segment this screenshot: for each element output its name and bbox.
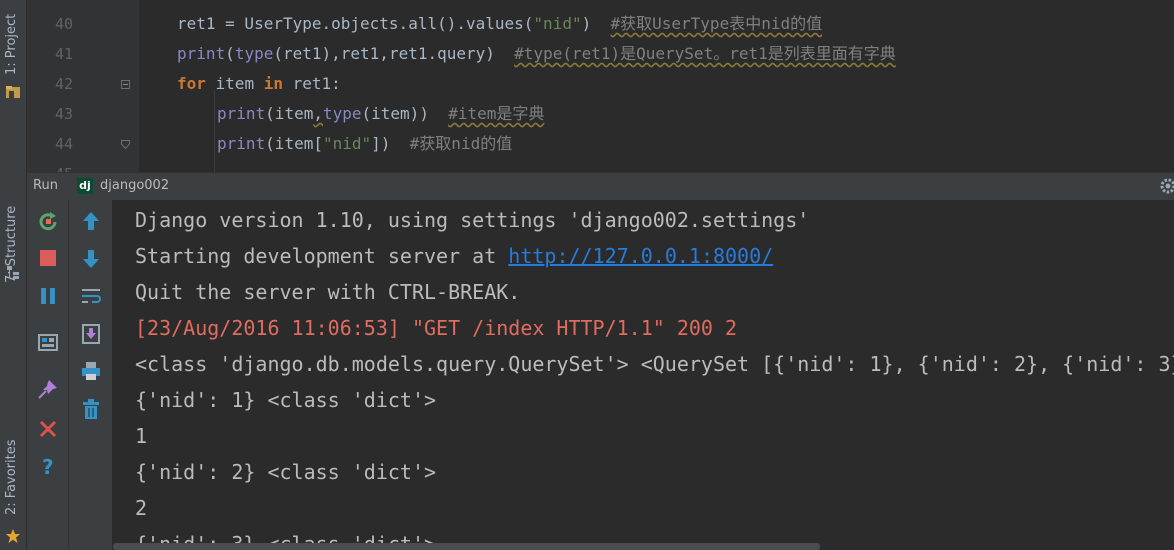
pause-icon[interactable]	[37, 285, 59, 307]
console-line: Quit the server with CTRL-BREAK.	[135, 280, 521, 304]
scroll-to-end-icon[interactable]	[80, 323, 102, 345]
pin-icon[interactable]	[37, 378, 59, 400]
console-line: <class 'django.db.models.query.QuerySet'…	[135, 352, 1174, 376]
console-line-server: Starting development server at http://12…	[135, 244, 774, 268]
indent-guide	[214, 90, 215, 172]
project-tab-label: 1: Project	[4, 13, 19, 75]
django-icon: dj	[77, 178, 93, 194]
stop-icon[interactable]	[37, 247, 59, 269]
console-line: 2	[135, 496, 148, 520]
favorites-tab-label: 2: Favorites	[4, 439, 19, 515]
code-line-41: print(type(ret1),ret1,ret1.query) #type(…	[177, 44, 896, 63]
favorites-tab[interactable]: 2: Favorites	[0, 388, 27, 518]
console-line: {'nid': 2} <class 'dict'>	[135, 460, 437, 484]
gear-icon[interactable]	[1156, 177, 1174, 195]
trash-icon[interactable]	[80, 398, 102, 420]
line-number: 41	[54, 45, 73, 63]
code-line-44: print(item["nid"]) #获取nid的值	[217, 134, 513, 153]
help-icon[interactable]: ?	[37, 455, 59, 477]
run-toolbar-secondary	[69, 200, 113, 550]
fold-end-marker-icon[interactable]	[121, 140, 130, 149]
line-number: 40	[54, 15, 73, 33]
soft-wrap-icon[interactable]	[80, 285, 102, 307]
rerun-icon[interactable]	[37, 210, 59, 232]
run-tool-window-header: Run dj django002	[27, 172, 1174, 200]
scroll-up-icon[interactable]	[80, 210, 102, 232]
code-line-42: for item in ret1:	[177, 74, 341, 93]
code-line-43: print(item,type(item)) #item是字典	[217, 104, 545, 123]
svg-text:?: ?	[42, 455, 54, 477]
code-line-40: ret1 = UserType.objects.all().values("ni…	[177, 14, 823, 33]
run-config-tab[interactable]: django002	[100, 178, 169, 193]
run-toolbar-primary: ?	[27, 200, 69, 550]
console-line: {'nid': 1} <class 'dict'>	[135, 388, 437, 412]
left-tool-stripe: 1: Project 7: Structure 2: Favorites	[0, 0, 27, 550]
run-title: Run	[33, 178, 58, 193]
server-url-link[interactable]: http://127.0.0.1:8000/	[508, 244, 773, 268]
editor-gutter: 40 41 42 43 44 45	[27, 0, 139, 172]
console-line: 1	[135, 424, 148, 448]
favorites-star-icon[interactable]	[5, 528, 21, 544]
ide-window: 1: Project 7: Structure 2: Favorites 40 …	[0, 0, 1174, 550]
project-tab[interactable]: 1: Project	[0, 0, 27, 75]
horizontal-scrollbar[interactable]	[113, 543, 820, 550]
line-number: 42	[54, 75, 73, 93]
print-icon[interactable]	[80, 360, 102, 382]
line-number: 43	[54, 105, 73, 123]
scroll-down-icon[interactable]	[80, 248, 102, 270]
close-icon[interactable]	[37, 418, 59, 440]
console-error-line: [23/Aug/2016 11:06:53] "GET /index HTTP/…	[135, 316, 738, 340]
code-editor[interactable]: 40 41 42 43 44 45 ret1 = UserType.object…	[27, 0, 1174, 172]
line-number: 44	[54, 135, 73, 153]
structure-icon[interactable]	[5, 264, 21, 280]
run-console[interactable]: Django version 1.10, using settings 'dja…	[113, 200, 1174, 550]
fold-marker-icon[interactable]	[121, 80, 130, 89]
project-folder-icon[interactable]	[5, 84, 21, 100]
restore-layout-icon[interactable]	[37, 332, 59, 354]
console-line: Django version 1.10, using settings 'dja…	[135, 208, 810, 232]
line-number: 45	[27, 159, 73, 172]
